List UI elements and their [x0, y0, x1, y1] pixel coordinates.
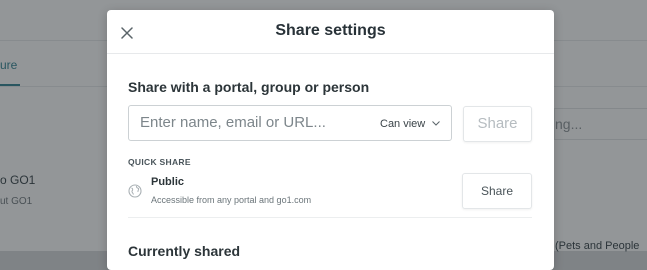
share-button[interactable]: Share	[463, 106, 532, 142]
currently-shared-label: Currently shared	[128, 243, 241, 259]
share-input[interactable]	[140, 114, 370, 131]
permission-select[interactable]: Can view	[380, 117, 441, 130]
public-title: Public	[151, 176, 185, 188]
modal-title: Share settings	[275, 22, 386, 39]
permission-value: Can view	[380, 118, 426, 130]
quick-share-label: QUICK SHARE	[128, 157, 191, 167]
share-input-box: Can view	[128, 105, 452, 141]
divider	[128, 217, 532, 218]
chevron-down-icon	[432, 117, 441, 129]
public-description: Accessible from any portal and go1.com	[151, 195, 312, 205]
share-settings-modal: Share settings Share with a portal, grou…	[107, 10, 554, 270]
modal-header: Share settings	[107, 10, 554, 54]
share-section-label: Share with a portal, group or person	[128, 79, 370, 95]
share-public-button[interactable]: Share	[462, 173, 532, 209]
globe-icon	[128, 184, 142, 198]
